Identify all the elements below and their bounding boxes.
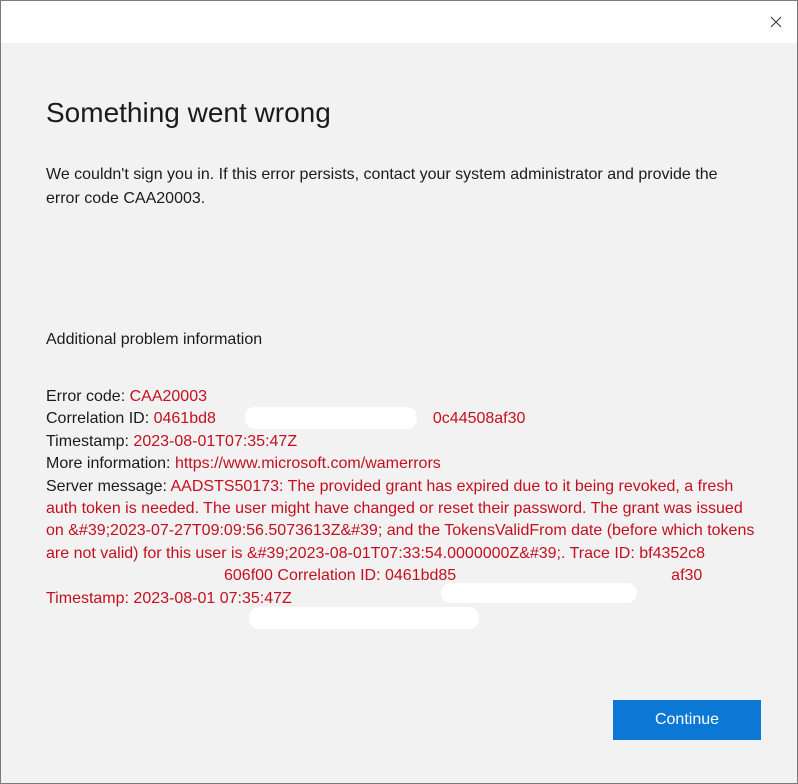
timestamp-line: Timestamp: 2023-08-01T07:35:47Z [46,431,762,453]
correlation-id-start: 0461bd8 [153,410,216,428]
error-code-value: CAA20003 [129,388,207,405]
error-code-label: Error code: [46,388,130,405]
server-message-label: Server message: [46,477,171,495]
server-message-part2: 606f00 Correlation ID: 0461bd85 [224,567,457,585]
error-description: We couldn't sign you in. If this error p… [46,166,718,207]
timestamp-value: 2023-08-01T07:35:47Z [133,432,298,450]
redaction-mask [249,607,479,629]
correlation-id-end: 0c44508af30 [432,410,526,428]
error-code-line: Error code: CAA20003 [46,386,762,408]
more-info-line: More information: https://www.microsoft.… [46,453,762,475]
continue-button[interactable]: Continue [613,700,761,740]
server-message-line: Server message: AADSTS50173: The provide… [46,476,762,610]
more-info-label: More information: [46,455,175,473]
correlation-id-label: Correlation ID: [46,410,154,428]
error-dialog: Something went wrong We couldn't sign yo… [0,0,798,784]
section-title: Additional problem information [46,331,263,348]
timestamp-label: Timestamp: [46,432,134,450]
redaction-mask [245,407,417,429]
page-title: Something went wrong [46,97,331,128]
close-button[interactable] [761,7,791,37]
close-icon [770,16,782,28]
more-info-link[interactable]: https://www.microsoft.com/wamerrors [175,455,441,472]
title-bar [1,1,797,43]
redaction-mask [441,583,637,603]
